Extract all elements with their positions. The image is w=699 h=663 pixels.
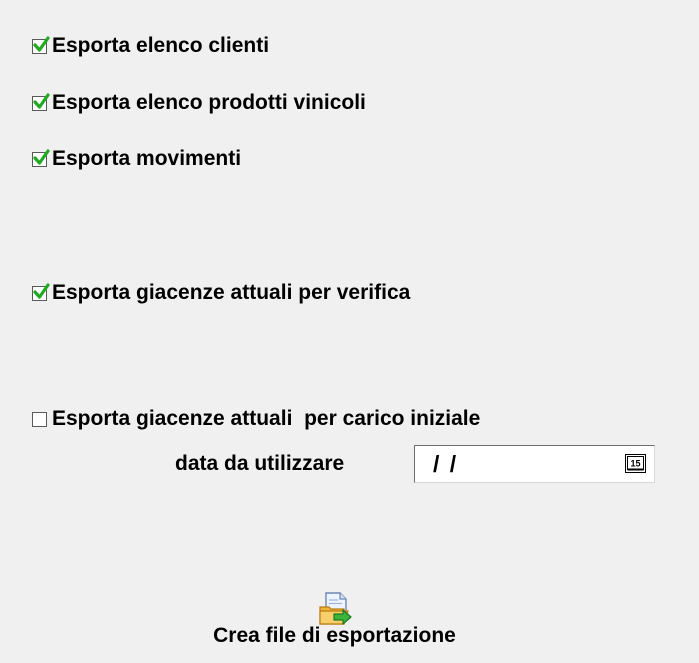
checkbox-export-clients-label: Esporta elenco clienti: [52, 34, 270, 57]
export-button-label[interactable]: Crea file di esportazione: [0, 624, 669, 648]
checkbox-export-wine-products-label: Esporta elenco prodotti vinicoli: [52, 91, 366, 114]
checkbox-export-movements-box[interactable]: [32, 148, 50, 167]
check-mark-icon: [33, 35, 50, 52]
checkbox-export-movements-label: Esporta movimenti: [52, 147, 242, 170]
calendar-icon-text: 15: [630, 459, 640, 469]
date-value: / /: [433, 451, 459, 477]
checkbox-export-stock-initial-box[interactable]: [32, 411, 47, 427]
date-label: data da utilizzare: [175, 452, 345, 475]
checkbox-export-stock-initial-label: Esporta giacenze attuali per carico iniz…: [52, 407, 481, 430]
check-mark-icon: [33, 148, 50, 165]
checkbox-export-wine-products[interactable]: Esporta elenco prodotti vinicoli: [32, 90, 366, 116]
check-mark-icon: [33, 282, 50, 299]
checkbox-export-stock-verify-box[interactable]: [32, 282, 50, 301]
checkbox-export-stock-verify-label: Esporta giacenze attuali per verifica: [52, 281, 411, 304]
check-mark-icon: [33, 92, 50, 109]
date-input[interactable]: / / 15: [414, 445, 655, 483]
calendar-icon[interactable]: 15: [625, 454, 646, 473]
checkbox-export-clients-box[interactable]: [32, 35, 50, 54]
checkbox-export-movements[interactable]: Esporta movimenti: [32, 146, 241, 172]
checkbox-export-wine-products-box[interactable]: [32, 92, 50, 111]
export-file-icon[interactable]: [317, 590, 355, 628]
checkbox-export-stock-verify[interactable]: Esporta giacenze attuali per verifica: [32, 280, 410, 306]
checkbox-export-clients[interactable]: Esporta elenco clienti: [32, 33, 269, 59]
checkbox-export-stock-initial[interactable]: Esporta giacenze attuali per carico iniz…: [32, 406, 480, 432]
